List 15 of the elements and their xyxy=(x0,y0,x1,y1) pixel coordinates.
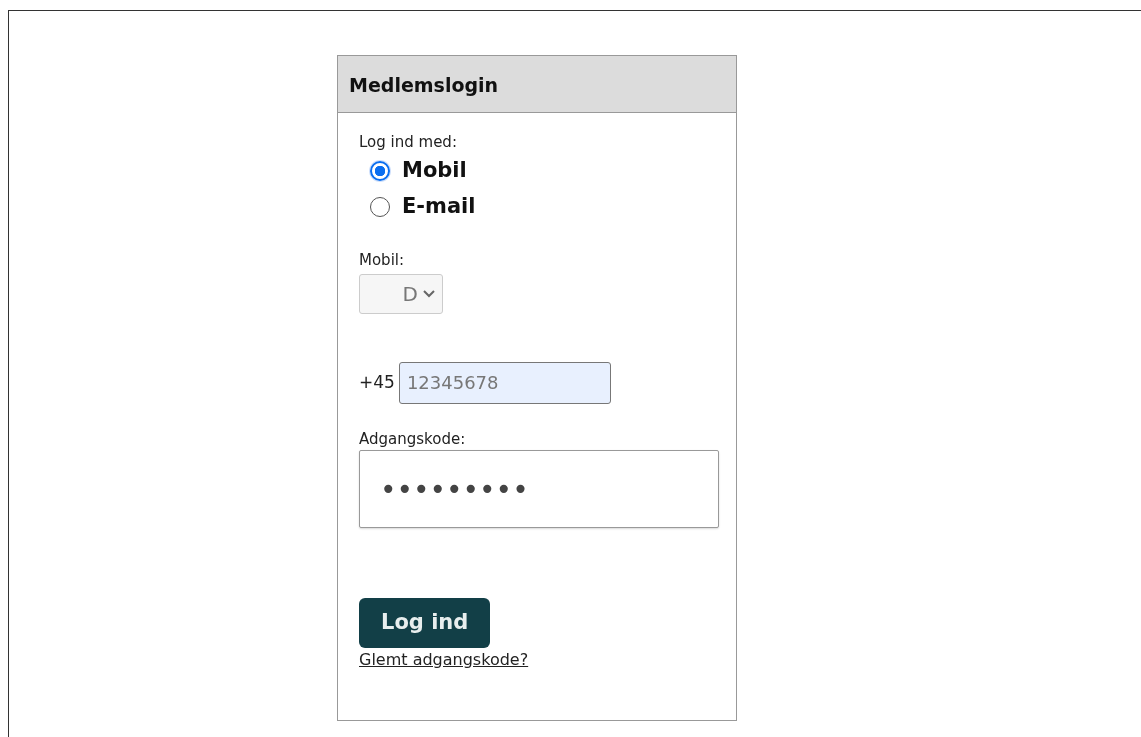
radio-label: Mobil xyxy=(402,157,467,185)
forgot-password-link[interactable]: Glemt adgangskode? xyxy=(359,649,529,669)
country-select[interactable]: D xyxy=(359,273,443,314)
login-method-label: Log ind med: xyxy=(359,131,458,153)
panel-title: Medlemslogin xyxy=(338,56,736,113)
radio-button[interactable] xyxy=(370,161,390,181)
login-button[interactable]: Log ind xyxy=(359,598,491,648)
phone-field[interactable]: 12345678 xyxy=(398,361,611,404)
radio-button[interactable] xyxy=(370,197,390,217)
password-label: Adgangskode: xyxy=(359,428,467,450)
mobile-label: Mobil: xyxy=(359,250,406,271)
country-code: +45 xyxy=(359,370,395,394)
chevron-down-icon xyxy=(422,289,436,298)
radio-label: E-mail xyxy=(402,193,476,221)
password-field[interactable]: ••••••••• xyxy=(359,450,719,528)
